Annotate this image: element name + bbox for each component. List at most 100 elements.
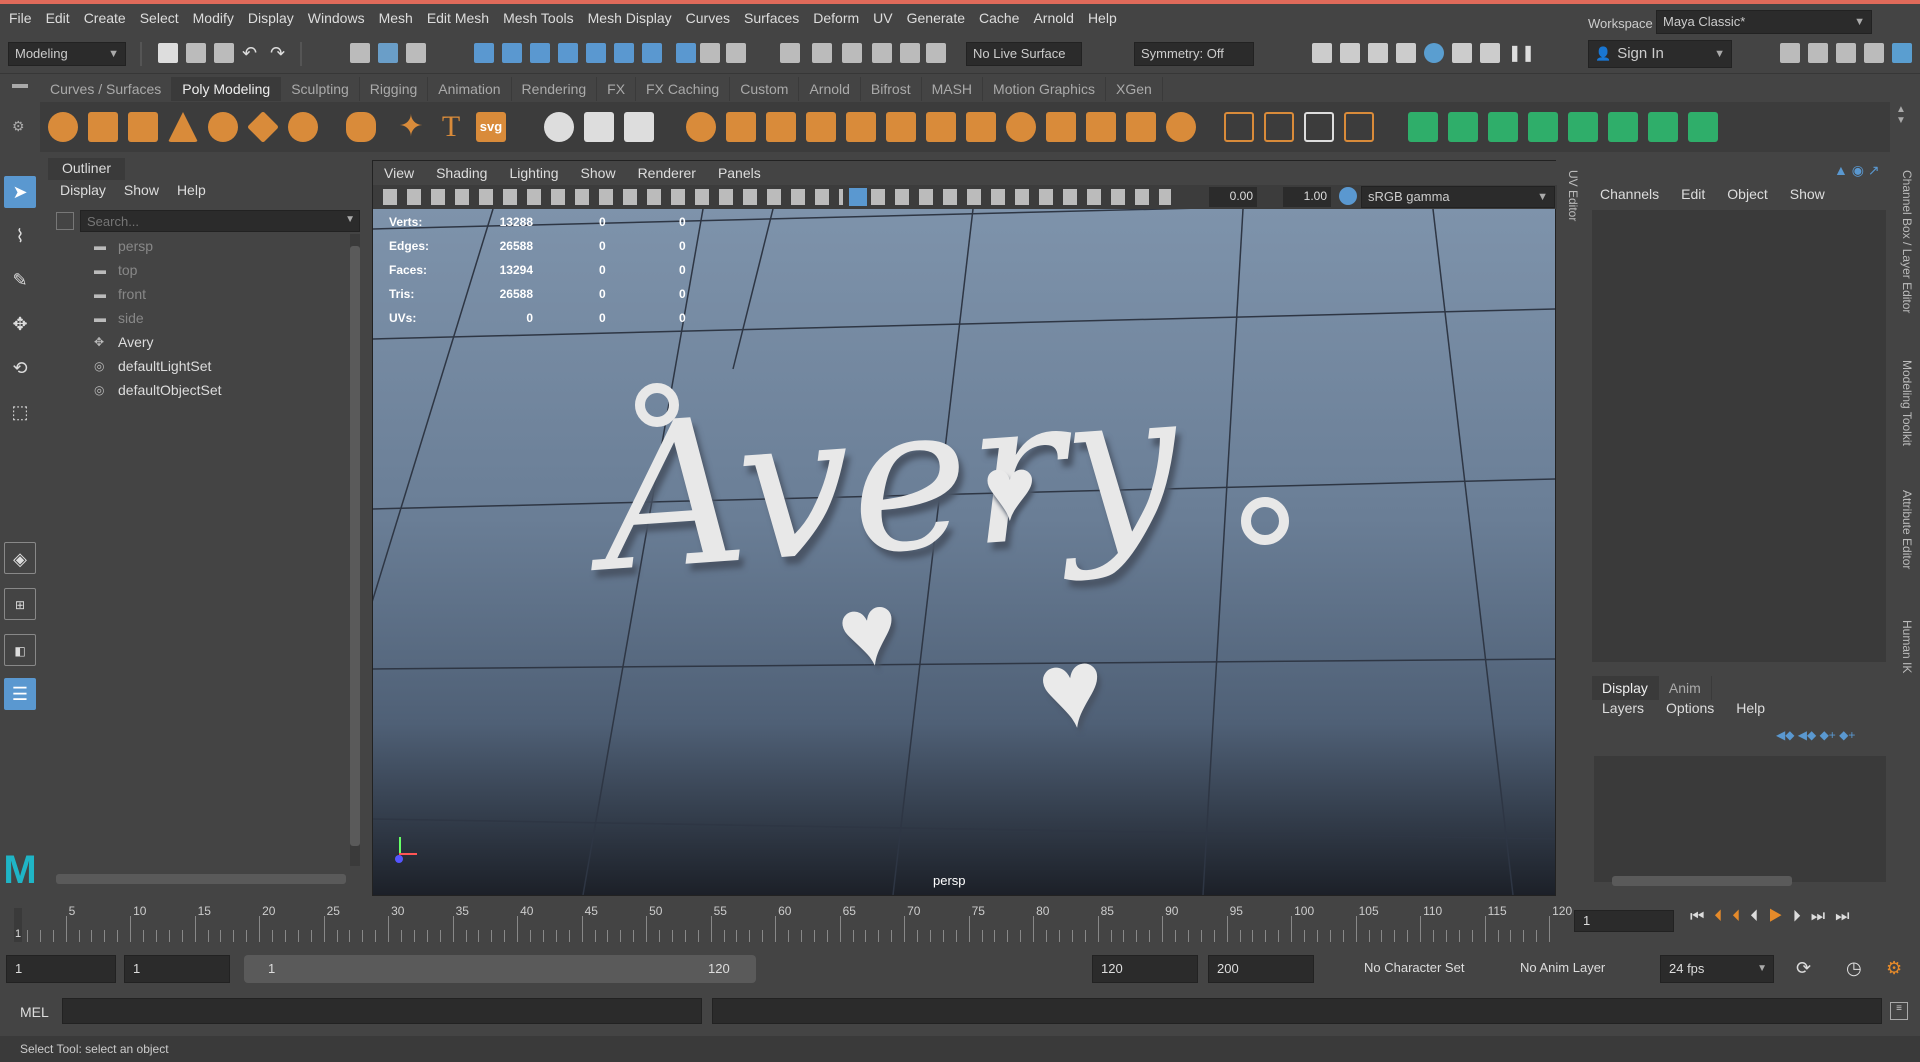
shelf-settings-icon[interactable]: ⚙ (12, 118, 25, 135)
new-scene-icon[interactable] (158, 43, 178, 63)
current-time-marker[interactable]: 1 (14, 908, 22, 942)
shelf-tab[interactable]: Custom (730, 77, 800, 101)
layout-uv-icon[interactable] (1608, 112, 1638, 142)
outliner-menu-item[interactable]: Show (124, 182, 159, 198)
side-panel-tab[interactable]: Modeling Toolkit (1900, 360, 1914, 446)
quadrangulate-icon[interactable] (1126, 112, 1156, 142)
mirror-icon[interactable] (806, 112, 836, 142)
paint-select-icon[interactable] (842, 43, 862, 63)
layer-menu-item[interactable]: Options (1666, 700, 1714, 716)
live-surface-field[interactable]: No Live Surface (966, 42, 1082, 66)
select-tool-icon[interactable]: ➤ (4, 176, 36, 208)
shelf-tab[interactable]: Poly Modeling (172, 77, 282, 101)
four-view-layout-icon[interactable]: ⊞ (4, 588, 36, 620)
svg-tool-icon[interactable]: svg (476, 112, 506, 142)
viewport-menu-item[interactable]: Renderer (627, 161, 707, 185)
render-frame-icon[interactable] (1340, 43, 1360, 63)
menu-item[interactable]: Deform (806, 4, 866, 32)
hypershade-icon[interactable] (1424, 43, 1444, 63)
save-scene-icon[interactable] (214, 43, 234, 63)
planar-uv-icon[interactable] (1408, 112, 1438, 142)
side-panel-tab[interactable]: Attribute Editor (1900, 490, 1914, 569)
shelf-tab[interactable]: Bifrost (861, 77, 922, 101)
boolean-intersect-icon[interactable] (766, 112, 796, 142)
uv-editor-tab[interactable]: UV Editor (1562, 170, 1582, 250)
pendant-ring-right[interactable] (1241, 497, 1289, 545)
outliner-menu-item[interactable]: Display (60, 182, 106, 198)
channel-box-area[interactable] (1592, 210, 1886, 662)
current-frame-field[interactable]: 1 (1574, 910, 1674, 932)
color-space-dropdown[interactable]: sRGB gamma ▼ (1361, 186, 1555, 208)
shelf-menu-icon[interactable] (12, 84, 28, 88)
shelf-tab[interactable]: MASH (922, 77, 984, 101)
workspace-dropdown[interactable]: Maya Classic* ▼ (1656, 10, 1872, 34)
poly-disc-icon[interactable] (288, 112, 318, 142)
shelf-tab[interactable]: Animation (428, 77, 512, 101)
wireframe-on-shaded-icon[interactable] (849, 188, 867, 206)
sign-in-button[interactable]: 👤 Sign In ▼ (1588, 40, 1732, 68)
spherical-uv-icon[interactable] (1488, 112, 1518, 142)
undo-icon[interactable]: ↶ (242, 43, 262, 63)
menu-item[interactable]: UV (866, 4, 899, 32)
heart-shape-top[interactable]: ♥ (983, 445, 1036, 535)
poly-sphere-icon[interactable] (48, 112, 78, 142)
snap-view-plane-icon[interactable] (558, 43, 578, 63)
help-icon[interactable] (676, 43, 696, 63)
shelf-tab[interactable]: Arnold (799, 77, 861, 101)
shelf-tab[interactable]: Sculpting (281, 77, 360, 101)
merge-icon[interactable] (1006, 112, 1036, 142)
sparkle-icon[interactable]: ✦ (396, 112, 426, 142)
outliner-layout-icon[interactable]: ☰ (4, 678, 36, 710)
menu-item[interactable]: Windows (301, 4, 372, 32)
gamma-field[interactable]: 1.00 (1283, 187, 1331, 207)
extrude-icon[interactable] (846, 112, 876, 142)
snap-grid-icon[interactable] (474, 43, 494, 63)
snap-point-icon[interactable] (530, 43, 550, 63)
shading-toolbar-icons[interactable] (871, 189, 1171, 205)
outliner-vscrollbar[interactable] (350, 234, 360, 866)
render-settings-icon[interactable] (1396, 43, 1416, 63)
poly-cylinder-icon[interactable] (128, 112, 158, 142)
modeling-toolkit-icon[interactable] (1780, 43, 1800, 63)
bevel-icon[interactable] (926, 112, 956, 142)
time-slider[interactable]: 5 10 15 20 25 30 35 40 45 50 55 60 65 70 75 80 85 90 95 100… (0, 900, 1920, 946)
menu-item[interactable]: Curves (679, 4, 737, 32)
color-management-icon[interactable] (1339, 187, 1357, 205)
exposure-field[interactable]: 0.00 (1209, 187, 1257, 207)
redo-icon[interactable]: ↷ (270, 43, 290, 63)
channel-box-icon[interactable] (1892, 43, 1912, 63)
quad-draw-icon[interactable] (1344, 112, 1374, 142)
snap-surface-icon[interactable] (586, 43, 606, 63)
bridge-icon[interactable] (886, 112, 916, 142)
symmetry-field[interactable]: Symmetry: Off (1134, 42, 1254, 66)
snap-curve-icon[interactable] (502, 43, 522, 63)
command-input[interactable] (62, 998, 702, 1024)
channel-box-menu-item[interactable]: Edit (1681, 186, 1705, 202)
smooth-icon[interactable] (624, 112, 654, 142)
snap-vertex-icon[interactable] (614, 43, 634, 63)
render-view-icon[interactable] (1312, 43, 1332, 63)
lock-icon[interactable] (700, 43, 720, 63)
automatic-uv-icon[interactable] (1528, 112, 1558, 142)
menu-item[interactable]: Cache (972, 4, 1026, 32)
light-editor-icon[interactable] (1480, 43, 1500, 63)
single-perspective-layout-icon[interactable]: ◈ (4, 542, 36, 574)
poly-torus-icon[interactable] (208, 112, 238, 142)
viewport-menu-item[interactable]: Shading (425, 161, 498, 185)
animation-end-field[interactable]: 200 (1208, 955, 1314, 983)
layer-menu-item[interactable]: Layers (1602, 700, 1644, 716)
rotate-tool-icon[interactable]: ⟲ (4, 352, 36, 384)
channel-box-menu-item[interactable]: Show (1790, 186, 1825, 202)
range-bar[interactable]: 1 120 (244, 955, 756, 983)
menu-item[interactable]: Arnold (1026, 4, 1080, 32)
menu-item[interactable]: Mesh Display (581, 4, 679, 32)
animation-start-field[interactable]: 1 (6, 955, 116, 983)
text-tool-icon[interactable]: T (436, 112, 466, 142)
shelf-tab[interactable]: Rigging (360, 77, 429, 101)
open-scene-icon[interactable] (186, 43, 206, 63)
soft-select-icon[interactable] (872, 43, 892, 63)
platonic-solid-icon[interactable] (346, 112, 376, 142)
shelf-scroll-icon[interactable]: ▲ ▼ (1896, 104, 1908, 144)
tool-settings-icon[interactable] (1864, 43, 1884, 63)
poly-plane-icon[interactable] (247, 111, 279, 143)
